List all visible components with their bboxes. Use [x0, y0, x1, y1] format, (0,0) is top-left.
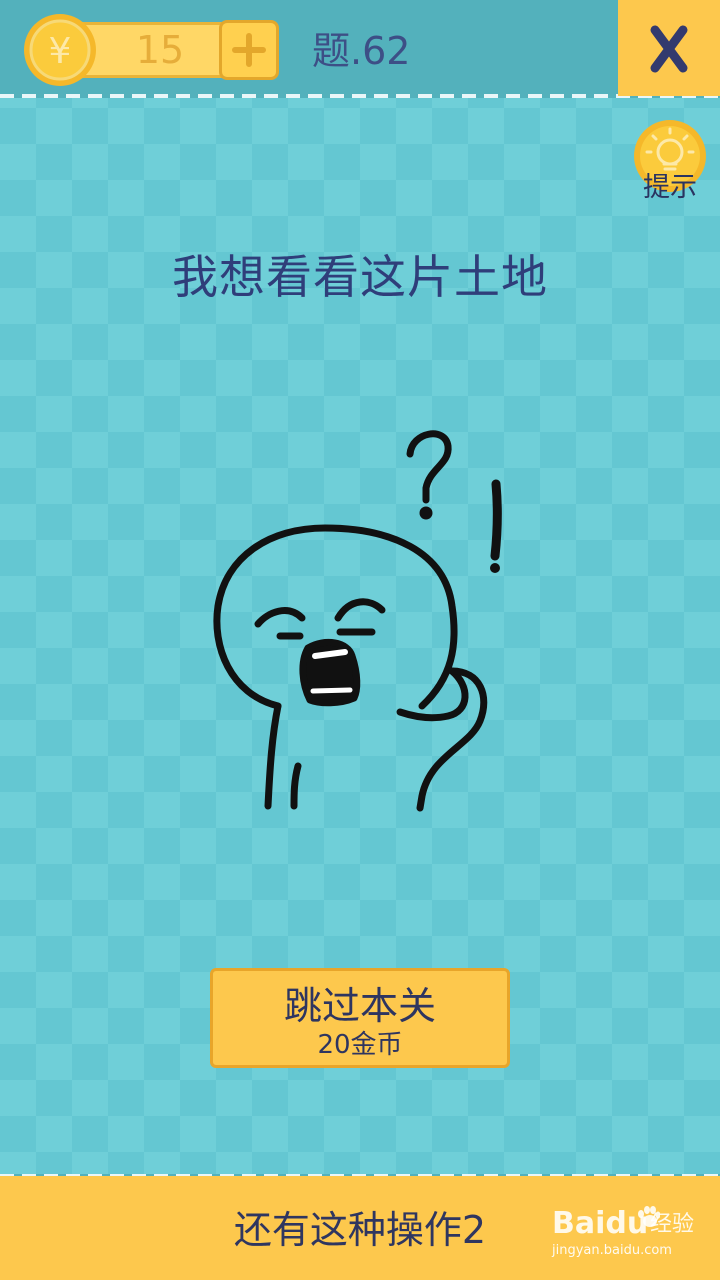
watermark-brand: Baidu: [552, 1206, 649, 1241]
question-text: 我想看看这片土地: [172, 250, 548, 304]
watermark-url: jingyan.baidu.com: [552, 1243, 672, 1258]
coin-count: 15: [135, 28, 185, 72]
coin-icon: ¥: [22, 12, 98, 88]
close-button[interactable]: [618, 0, 720, 96]
watermark-suffix: 经验: [650, 1212, 695, 1237]
skip-level-button[interactable]: 跳过本关 20金币: [210, 968, 510, 1068]
plus-icon: [232, 33, 266, 67]
skip-level-label: 跳过本关: [283, 984, 436, 1028]
watermark: Baidu 经验 jingyan.baidu.com: [552, 1206, 695, 1270]
skip-level-cost: 20金币: [317, 1030, 403, 1060]
level-number: 题.62: [312, 29, 411, 73]
add-coins-button[interactable]: [219, 20, 279, 80]
hint-button[interactable]: 提示: [630, 120, 710, 210]
top-divider: [0, 94, 720, 98]
confused-character-illustration[interactable]: [190, 416, 520, 826]
close-icon: [650, 25, 688, 73]
coin-symbol: ¥: [49, 31, 72, 72]
hint-label: 提示: [643, 172, 697, 203]
